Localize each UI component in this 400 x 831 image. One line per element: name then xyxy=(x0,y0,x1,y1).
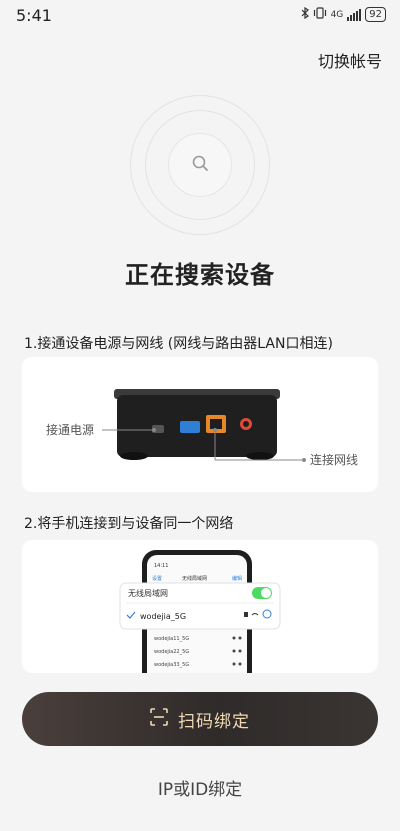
scan-icon xyxy=(150,708,168,730)
phone-illustration: 14:11 设置 无线局域网 编辑 无线局域网 wodejia_5G wodej… xyxy=(119,550,281,673)
phone-network-card: 14:11 设置 无线局域网 编辑 无线局域网 wodejia_5G wodej… xyxy=(22,540,378,673)
phone-title: 无线局域网 xyxy=(182,575,207,582)
scan-bind-label: 扫码绑定 xyxy=(178,711,250,732)
wlan-label: 无线局域网 xyxy=(128,588,168,598)
search-icon xyxy=(191,154,211,178)
device-illustration: 接通电源 连接网线 xyxy=(46,389,358,467)
connected-network: wodejia_5G xyxy=(140,612,186,621)
switch-account-link[interactable]: 切换帐号 xyxy=(318,48,382,72)
network-item-2: wodejia22_5G xyxy=(154,649,189,655)
scan-bind-button[interactable]: 扫码绑定 xyxy=(22,692,378,746)
label-power: 接通电源 xyxy=(46,422,94,437)
status-time: 5:41 xyxy=(16,6,52,25)
step1-instruction: 1.接通设备电源与网线 (网线与路由器LAN口相连) xyxy=(24,336,333,352)
phone-time: 14:11 xyxy=(154,563,168,569)
battery-icon: 92 xyxy=(365,7,386,22)
step2-instruction: 2.将手机连接到与设备同一个网络 xyxy=(24,516,234,532)
network-item-1: wodejia11_5G xyxy=(154,636,189,642)
signal-icon xyxy=(347,8,362,21)
phone-edit: 编辑 xyxy=(232,575,242,582)
search-radar xyxy=(130,95,270,235)
network-type: 4G xyxy=(330,9,344,20)
status-bar: 5:41 4G 92 xyxy=(0,0,400,30)
ip-id-bind-link[interactable]: IP或ID绑定 xyxy=(0,775,400,800)
network-item-3: wodejia33_5G xyxy=(154,662,189,668)
device-connection-card: 接通电源 连接网线 xyxy=(22,357,378,492)
label-network: 连接网线 xyxy=(310,452,358,467)
page-title: 正在搜索设备 xyxy=(125,261,275,289)
vibrate-icon xyxy=(313,7,327,22)
phone-back: 设置 xyxy=(152,575,162,582)
status-icons: 4G 92 xyxy=(301,6,386,22)
bluetooth-icon xyxy=(301,6,309,22)
